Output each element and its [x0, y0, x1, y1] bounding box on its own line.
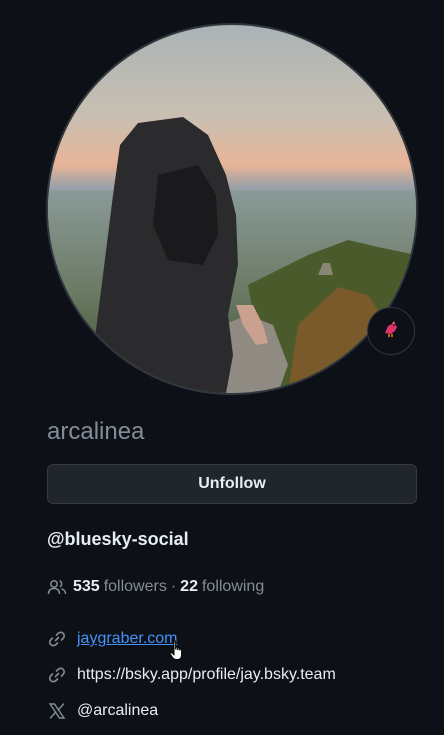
org-handle[interactable]: @bluesky-social: [47, 529, 189, 550]
avatar-container: [46, 23, 418, 395]
twitter-row: @arcalinea: [47, 700, 336, 722]
bluesky-row: https://bsky.app/profile/jay.bsky.team: [47, 664, 336, 686]
avatar-photo: [48, 25, 416, 393]
followers-label: followers: [103, 578, 167, 595]
website-row: jaygraber.com: [47, 628, 336, 650]
bluesky-profile-link[interactable]: https://bsky.app/profile/jay.bsky.team: [77, 666, 336, 684]
followers-count: 535: [73, 578, 100, 595]
profile-links: jaygraber.com https://bsky.app/profile/j…: [47, 628, 336, 735]
unfollow-button[interactable]: Unfollow: [47, 464, 417, 504]
followers-link[interactable]: 535 followers: [73, 578, 167, 596]
people-icon: [47, 578, 67, 596]
follow-stats: 535 followers · 22 following: [47, 578, 264, 596]
stats-separator: ·: [170, 578, 177, 595]
bird-icon: [380, 318, 402, 345]
username: arcalinea: [47, 418, 145, 445]
twitter-link[interactable]: @arcalinea: [77, 702, 158, 720]
hand-pointer-cursor-icon: [169, 640, 187, 667]
x-logo-icon: [47, 702, 67, 720]
following-label: following: [201, 578, 265, 595]
avatar[interactable]: [46, 23, 418, 395]
link-icon: [47, 666, 67, 684]
status-badge[interactable]: [367, 307, 415, 355]
link-icon: [47, 630, 67, 648]
website-link[interactable]: jaygraber.com: [77, 630, 178, 648]
following-count: 22: [180, 578, 198, 595]
following-link[interactable]: 22 following: [180, 578, 264, 596]
